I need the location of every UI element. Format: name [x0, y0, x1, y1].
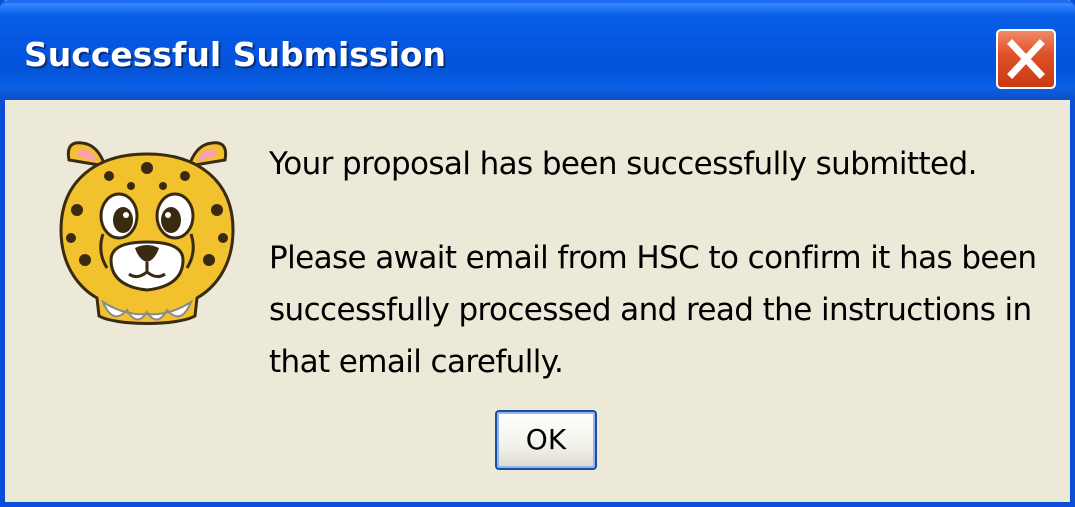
- cheetah-mascot-icon: [59, 141, 235, 325]
- title-bar[interactable]: Successful Submission: [0, 0, 1075, 100]
- ok-button[interactable]: OK: [495, 410, 597, 470]
- dialog-content: Your proposal has been successfully subm…: [5, 100, 1070, 502]
- dialog-title: Successful Submission: [24, 35, 447, 74]
- message-line-confirmation: Your proposal has been successfully subm…: [269, 146, 977, 182]
- message-text: Your proposal has been successfully subm…: [269, 138, 1059, 388]
- close-button[interactable]: [996, 29, 1056, 89]
- message-line-instructions: Please await email from HSC to confirm i…: [269, 240, 1037, 380]
- dialog-window: Successful Submission Your proposal has …: [0, 0, 1075, 507]
- close-icon: [1007, 39, 1045, 79]
